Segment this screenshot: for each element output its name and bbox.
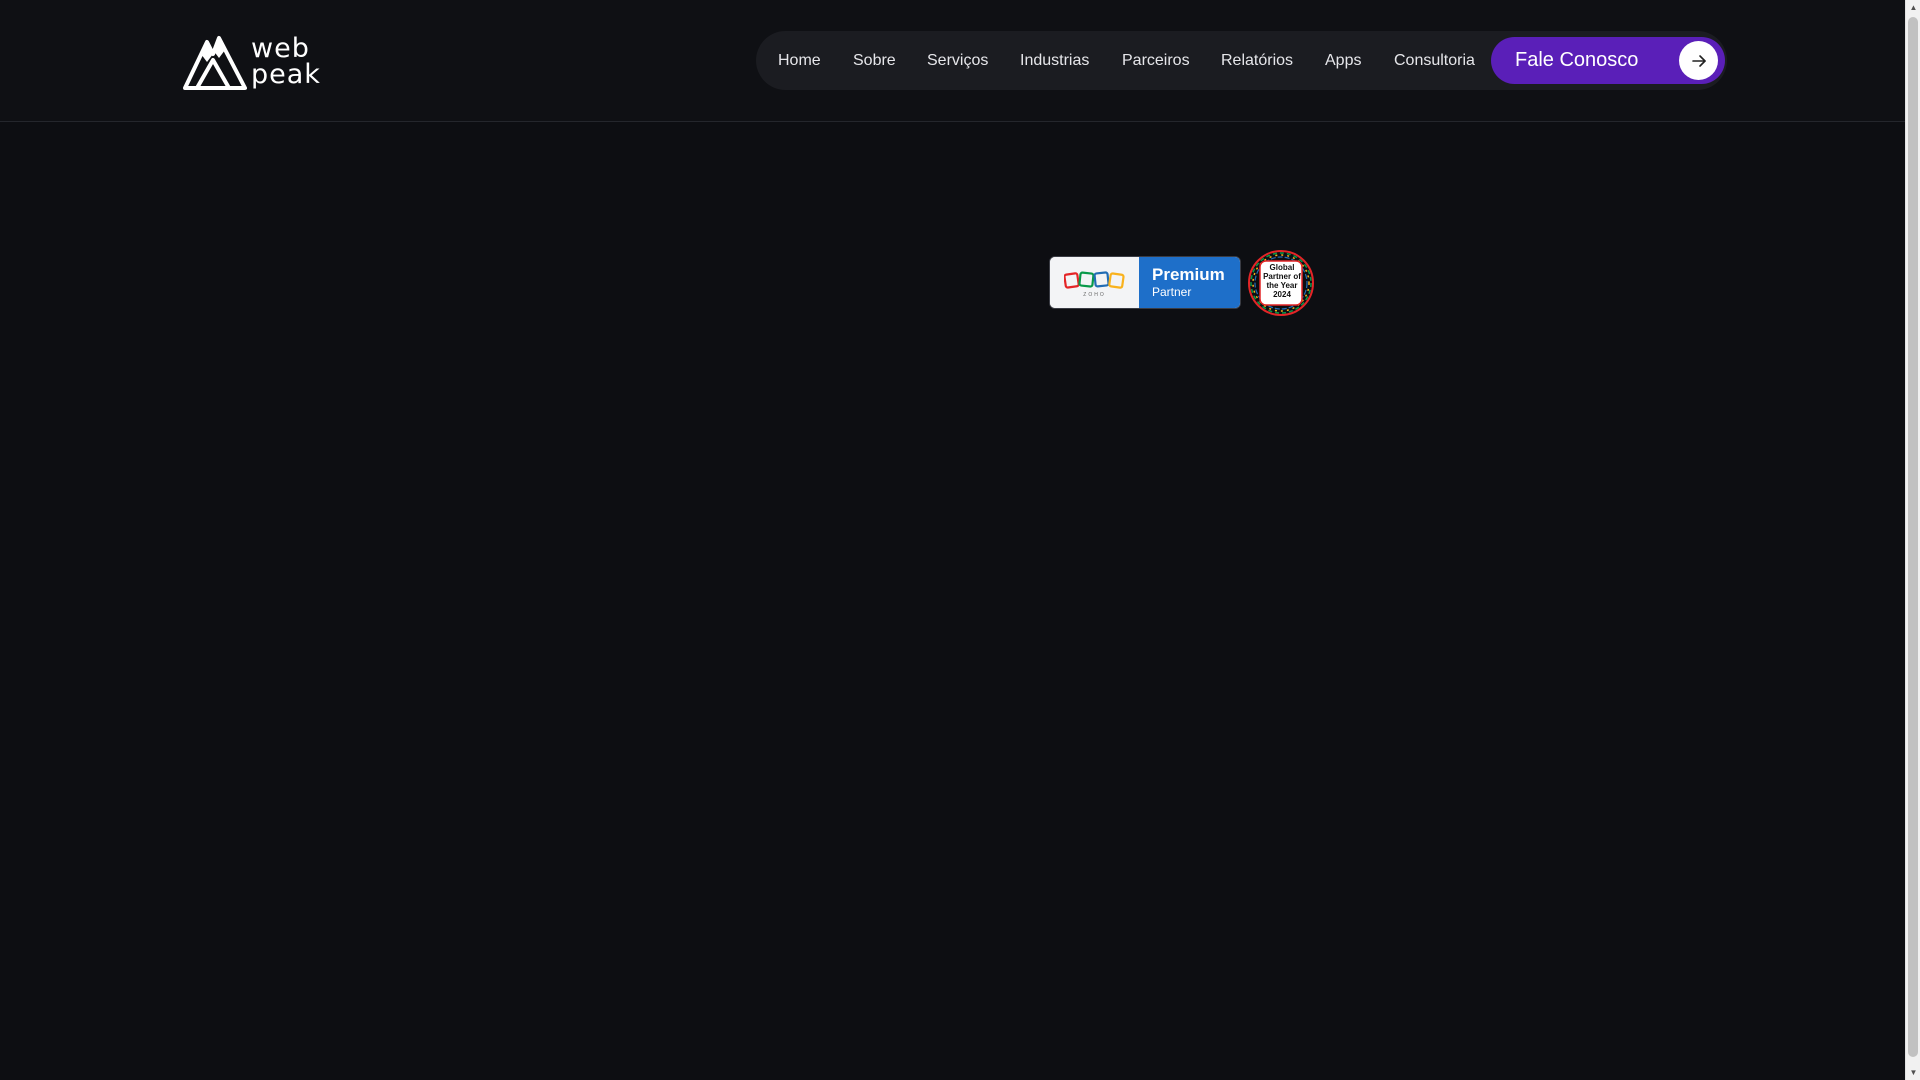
logo[interactable]: web peak [183,31,325,91]
nav-home[interactable]: Home [778,31,821,90]
logo-line-1: web [251,33,310,64]
partner-badges: ZOHO Premium Partner Global Partner of t… [1049,248,1319,320]
nav-relatorios[interactable]: Relatórios [1221,31,1293,90]
nav-parceiros[interactable]: Parceiros [1122,31,1190,90]
premium-title: Premium [1152,265,1225,284]
global-partner-of-the-year-badge: Global Partner of the Year 2024 [1246,248,1316,318]
nav-consultoria[interactable]: Consultoria [1394,31,1475,90]
premium-label-area: Premium Partner [1139,257,1240,308]
zoho-premium-partner-badge: ZOHO Premium Partner [1049,256,1241,309]
nav-sobre[interactable]: Sobre [853,31,896,90]
zoho-brand-text: ZOHO [1083,292,1106,298]
mountain-logo-icon [183,36,247,90]
zoho-logo-icon [1063,271,1125,289]
fale-conosco-button[interactable]: Fale Conosco [1491,37,1725,84]
nav-industrias[interactable]: Industrias [1020,31,1089,90]
nav-apps[interactable]: Apps [1325,31,1361,90]
arrow-right-icon [1679,41,1718,80]
nav-servicos[interactable]: Serviços [927,31,988,90]
scroll-down-arrow-icon[interactable]: ▼ [1906,1065,1920,1080]
scroll-up-arrow-icon[interactable]: ▲ [1906,0,1920,15]
premium-subtitle: Partner [1152,285,1192,299]
site-header: web peak Home Sobre Serviços Industrias … [0,0,1905,122]
main-nav: Home Sobre Serviços Industrias Parceiros… [756,31,1727,90]
zoho-logo: ZOHO [1050,257,1139,308]
global-partner-text: Global Partner of the Year 2024 [1263,263,1301,299]
vertical-scrollbar[interactable]: ▲ ▼ [1905,0,1920,1080]
fale-conosco-label: Fale Conosco [1515,49,1639,71]
logo-wordmark: web peak [251,33,321,90]
logo-line-2: peak [251,59,321,90]
page: web peak Home Sobre Serviços Industrias … [0,0,1920,1080]
scrollbar-thumb[interactable] [1908,17,1918,1057]
